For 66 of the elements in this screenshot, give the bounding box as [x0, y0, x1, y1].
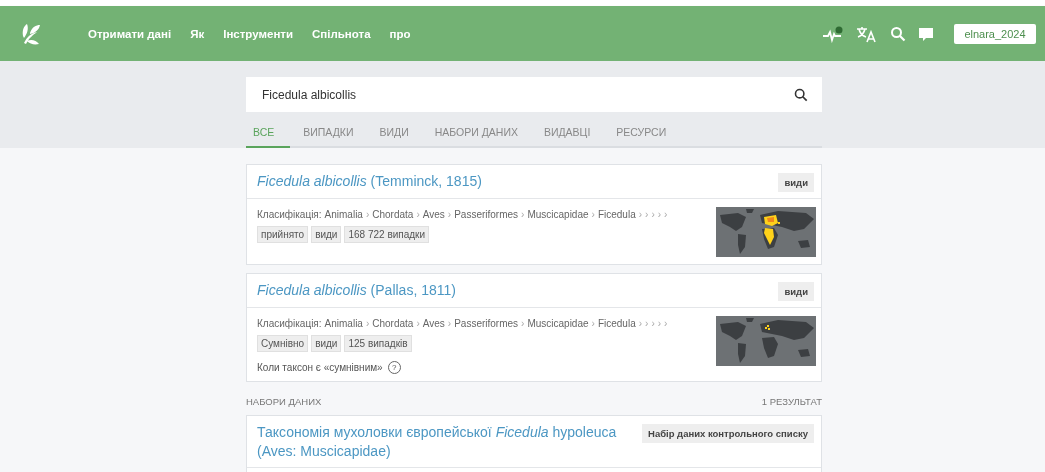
nav-link[interactable]: Спільнота — [312, 27, 371, 40]
breadcrumb-separator: › — [638, 317, 643, 329]
activity-icon[interactable] — [822, 24, 844, 43]
breadcrumb-link[interactable]: Passeriformes — [454, 317, 519, 329]
tab[interactable]: РЕСУРСИ — [603, 118, 680, 148]
tab[interactable]: ВИПАДКИ — [290, 118, 367, 148]
classification-label: Класифікація: — [257, 317, 322, 329]
user-button[interactable]: elnara_2024 — [954, 23, 1036, 44]
tag: прийнято — [257, 226, 309, 243]
breadcrumb-separator: › — [638, 208, 643, 220]
breadcrumb-link[interactable]: Chordata — [372, 317, 414, 329]
breadcrumb-separator: › — [365, 208, 370, 220]
breadcrumb-separator: › — [657, 208, 662, 220]
tab[interactable]: НАБОРИ ДАНИХ — [421, 118, 531, 148]
breadcrumb-link[interactable]: Muscicapidae — [527, 317, 589, 329]
note-text: Коли таксон є «сумнівним» — [257, 362, 383, 373]
breadcrumb-link[interactable]: Ficedula — [597, 317, 636, 329]
nav-link[interactable]: Інструменти — [223, 27, 294, 40]
chat-icon[interactable] — [918, 25, 934, 42]
result-title[interactable]: Таксономія мухоловки європейської Ficedula hypoleuca (Aves: Muscicapidae) — [257, 423, 622, 461]
breadcrumb-separator: › — [521, 317, 525, 329]
breadcrumb-separator: › — [591, 317, 595, 329]
breadcrumb-link[interactable]: Aves — [422, 208, 445, 220]
nav-link[interactable]: Отримати дані — [88, 27, 172, 40]
nav-link[interactable]: про — [389, 27, 411, 40]
breadcrumb-link[interactable]: Animalia — [324, 317, 363, 329]
logo-icon[interactable] — [21, 22, 41, 45]
breadcrumb-separator: › — [645, 317, 649, 329]
breadcrumb-link[interactable]: Aves — [422, 317, 445, 329]
result-title[interactable]: Ficedula albicollis (Temminck, 1815) — [257, 172, 482, 191]
breadcrumb-separator: › — [651, 208, 655, 220]
breadcrumb-separator: › — [447, 317, 452, 329]
translate-icon[interactable] — [856, 24, 878, 43]
breadcrumb-separator: › — [521, 208, 525, 220]
breadcrumb-separator: › — [365, 317, 370, 329]
breadcrumb-separator: › — [645, 208, 649, 220]
result-count: 1 РЕЗУЛЬТАТ — [761, 396, 822, 407]
tag: Сумнівно — [257, 335, 309, 352]
type-label: види — [778, 282, 814, 301]
tag: 125 випадків — [344, 335, 412, 352]
tag: види — [311, 335, 342, 352]
tab[interactable]: ВИДАВЦІ — [530, 118, 604, 148]
nav-link[interactable]: Як — [190, 27, 205, 40]
breadcrumb-separator: › — [664, 317, 668, 329]
breadcrumb-separator: › — [591, 208, 595, 220]
breadcrumb-separator: › — [664, 208, 668, 220]
breadcrumb-separator: › — [447, 208, 452, 220]
breadcrumb-separator: › — [651, 317, 655, 329]
breadcrumb-link[interactable]: Muscicapidae — [527, 208, 589, 220]
breadcrumb-separator: › — [416, 208, 420, 220]
breadcrumb-separator: › — [416, 317, 420, 329]
result-title[interactable]: Ficedula albicollis (Pallas, 1811) — [257, 281, 456, 300]
type-label: Набір даних контрольного списку — [642, 424, 814, 443]
tag: 168 722 випадки — [344, 226, 430, 243]
breadcrumb-separator: › — [657, 317, 662, 329]
tag: види — [311, 226, 342, 243]
type-label: види — [778, 173, 814, 192]
breadcrumb-link[interactable]: Passeriformes — [454, 208, 519, 220]
breadcrumb-link[interactable]: Chordata — [372, 208, 414, 220]
breadcrumb-link[interactable]: Ficedula — [597, 208, 636, 220]
breadcrumb-link[interactable]: Animalia — [324, 208, 363, 220]
classification-label: Класифікація: — [257, 208, 322, 220]
tab[interactable]: ВИДИ — [366, 118, 422, 148]
search-field[interactable]: Ficedula albicollis — [246, 77, 822, 112]
section-heading: НАБОРИ ДАНИХ — [246, 396, 322, 407]
search-icon[interactable] — [794, 87, 808, 102]
